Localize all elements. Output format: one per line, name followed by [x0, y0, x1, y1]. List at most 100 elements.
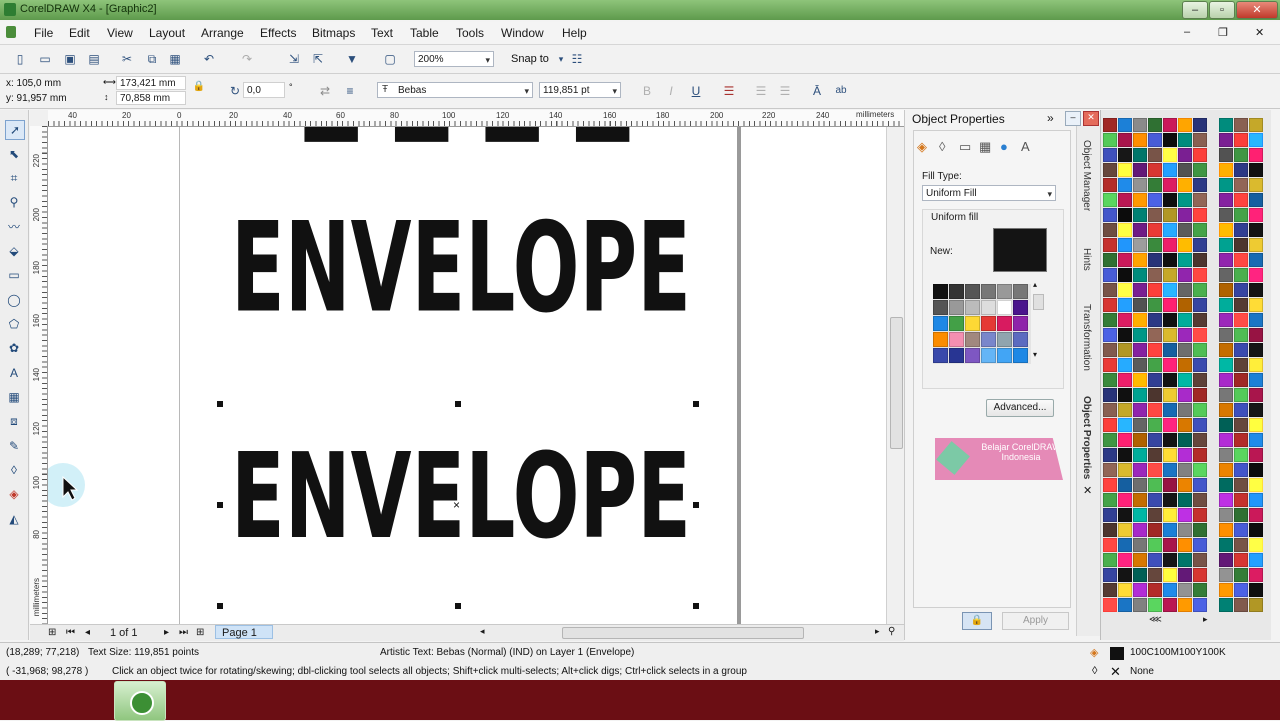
- palette-swatch[interactable]: [1163, 223, 1177, 237]
- mini-palette-swatch[interactable]: [965, 300, 980, 315]
- palette-swatch[interactable]: [1234, 463, 1248, 477]
- palette-swatch[interactable]: [1249, 208, 1263, 222]
- palette-swatch[interactable]: [1103, 433, 1117, 447]
- palette-swatch[interactable]: [1133, 238, 1147, 252]
- palette-swatch[interactable]: [1178, 208, 1192, 222]
- palette-swatch[interactable]: [1103, 598, 1117, 612]
- palette-swatch[interactable]: [1133, 538, 1147, 552]
- palette-swatch[interactable]: [1118, 223, 1132, 237]
- palette-swatch[interactable]: [1163, 283, 1177, 297]
- import-icon[interactable]: ⇲: [285, 50, 303, 68]
- palette-swatch[interactable]: [1148, 163, 1162, 177]
- palette-swatch[interactable]: [1133, 313, 1147, 327]
- scroll-left-icon[interactable]: ◂: [480, 626, 485, 637]
- palette-swatch[interactable]: [1133, 208, 1147, 222]
- palette-swatch[interactable]: [1118, 343, 1132, 357]
- palette-swatch[interactable]: [1133, 118, 1147, 132]
- page-start-icon[interactable]: ⏮: [66, 627, 75, 638]
- palette-swatch[interactable]: [1163, 373, 1177, 387]
- palette-swatch[interactable]: [1249, 328, 1263, 342]
- polygon-tool-icon[interactable]: ⬠: [5, 315, 23, 333]
- palette-swatch[interactable]: [1133, 433, 1147, 447]
- palette-swatch[interactable]: [1103, 238, 1117, 252]
- palette-swatch[interactable]: [1219, 358, 1233, 372]
- palette-swatch[interactable]: [1163, 553, 1177, 567]
- palette-swatch[interactable]: [1234, 223, 1248, 237]
- mini-palette-swatch[interactable]: [965, 316, 980, 331]
- palette-swatch[interactable]: [1178, 538, 1192, 552]
- palette-swatch[interactable]: [1103, 283, 1117, 297]
- palette-swatch[interactable]: [1163, 208, 1177, 222]
- menu-effects[interactable]: Effects: [260, 26, 296, 40]
- mini-palette-swatch[interactable]: [997, 300, 1012, 315]
- print-icon[interactable]: ▤: [85, 50, 103, 68]
- mini-palette-swatch[interactable]: [1013, 316, 1028, 331]
- palette-swatch[interactable]: [1163, 328, 1177, 342]
- palette-swatch[interactable]: [1249, 508, 1263, 522]
- palette-swatch[interactable]: [1103, 358, 1117, 372]
- palette-swatch[interactable]: [1148, 388, 1162, 402]
- palette-swatch[interactable]: [1118, 178, 1132, 192]
- palette-swatch[interactable]: [1148, 523, 1162, 537]
- palette-swatch[interactable]: [1219, 223, 1233, 237]
- palette-swatch[interactable]: [1163, 478, 1177, 492]
- palette-swatch[interactable]: [1118, 403, 1132, 417]
- palette-swatch[interactable]: [1219, 148, 1233, 162]
- palette-swatch[interactable]: [1133, 298, 1147, 312]
- palette-swatch[interactable]: [1133, 133, 1147, 147]
- fill-tool-icon[interactable]: ◈: [5, 485, 23, 503]
- palette-swatch[interactable]: [1234, 388, 1248, 402]
- palette-swatch[interactable]: [1193, 433, 1207, 447]
- tab-close-icon[interactable]: ✕: [1083, 484, 1092, 497]
- tab-object-properties[interactable]: Object Properties: [1081, 396, 1092, 479]
- palette-swatch[interactable]: [1103, 553, 1117, 567]
- palette-swatch[interactable]: [1148, 373, 1162, 387]
- palette-swatch[interactable]: [1103, 568, 1117, 582]
- palette-swatch[interactable]: [1193, 523, 1207, 537]
- palette-swatch[interactable]: [1163, 508, 1177, 522]
- document-icon[interactable]: [6, 26, 16, 38]
- palette-swatch[interactable]: [1219, 283, 1233, 297]
- font-size-select[interactable]: 119,851 pt: [539, 82, 621, 99]
- palette-swatch[interactable]: [1234, 208, 1248, 222]
- palette-swatch[interactable]: [1103, 523, 1117, 537]
- palette-swatch[interactable]: [1103, 328, 1117, 342]
- palette-swatch[interactable]: [1234, 313, 1248, 327]
- palette-swatch[interactable]: [1148, 223, 1162, 237]
- palette-swatch[interactable]: [1148, 538, 1162, 552]
- palette-swatch[interactable]: [1148, 328, 1162, 342]
- mini-palette-swatch[interactable]: [981, 300, 996, 315]
- palette-swatch[interactable]: [1178, 433, 1192, 447]
- palette-swatch[interactable]: [1178, 478, 1192, 492]
- mini-palette-swatch[interactable]: [1013, 332, 1028, 347]
- mini-palette-swatch[interactable]: [933, 300, 948, 315]
- palette-swatch[interactable]: [1118, 283, 1132, 297]
- palette-swatch[interactable]: [1178, 493, 1192, 507]
- palette-swatch[interactable]: [1148, 358, 1162, 372]
- snap-to-dropdown[interactable]: Snap to: [511, 53, 549, 65]
- palette-swatch[interactable]: [1103, 463, 1117, 477]
- palette-swatch[interactable]: [1133, 178, 1147, 192]
- navigator-zoom-icon[interactable]: ⚲: [888, 626, 895, 637]
- mini-palette-swatch[interactable]: [1013, 284, 1028, 299]
- palette-swatch[interactable]: [1148, 553, 1162, 567]
- palette-swatch[interactable]: [1118, 208, 1132, 222]
- outline-tab-icon[interactable]: ◊: [939, 139, 945, 154]
- dropcap-icon[interactable]: ☰: [776, 82, 794, 100]
- palette-swatch[interactable]: [1148, 508, 1162, 522]
- palette-swatch[interactable]: [1193, 583, 1207, 597]
- detail-tab-icon[interactable]: ▦: [979, 139, 991, 155]
- fill-color-swatch[interactable]: [1110, 647, 1124, 660]
- palette-swatch[interactable]: [1219, 463, 1233, 477]
- palette-swatch[interactable]: [1249, 598, 1263, 612]
- palette-swatch[interactable]: [1178, 373, 1192, 387]
- palette-swatch[interactable]: [1193, 208, 1207, 222]
- palette-swatch[interactable]: [1219, 163, 1233, 177]
- palette-swatch[interactable]: [1219, 193, 1233, 207]
- shape-tool-icon[interactable]: ⬉: [5, 145, 23, 163]
- palette-swatch[interactable]: [1234, 523, 1248, 537]
- palette-swatch[interactable]: [1193, 193, 1207, 207]
- palette-swatch[interactable]: [1234, 448, 1248, 462]
- vertical-ruler[interactable]: 220 200 180 160 140 120 100 80 millimete…: [30, 126, 48, 624]
- palette-swatch[interactable]: [1103, 118, 1117, 132]
